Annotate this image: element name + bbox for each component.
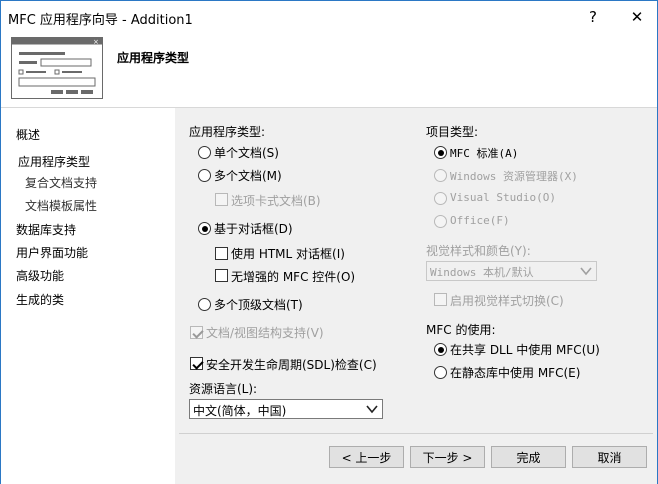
office-label: Office(F) xyxy=(450,214,510,227)
sidebar-item-overview[interactable]: 概述 xyxy=(16,126,40,143)
dialog-based-label[interactable]: 基于对话框(D) xyxy=(214,220,293,237)
sidebar-item-generated-classes[interactable]: 生成的类 xyxy=(16,291,64,308)
doc-view-label: 文档/视图结构支持(V) xyxy=(206,326,324,340)
sidebar-item-compound-doc[interactable]: 复合文档支持 xyxy=(25,174,97,191)
chevron-down-icon xyxy=(366,405,378,414)
help-button[interactable]: ? xyxy=(573,1,613,33)
wizard-header: × 应用程序类型 xyxy=(1,34,657,108)
static-lib-label[interactable]: 在静态库中使用 MFC(E) xyxy=(450,364,580,381)
tabbed-docs-label: 选项卡式文档(B) xyxy=(231,194,321,208)
html-dialog-checkbox[interactable] xyxy=(215,247,228,260)
app-type-heading: 应用程序类型: xyxy=(189,125,266,139)
title-bar: MFC 应用程序向导 - Addition1 ? ✕ xyxy=(1,1,657,34)
sdl-checkbox[interactable] xyxy=(190,357,203,370)
office-radio[interactable] xyxy=(434,215,447,228)
visual-style-select[interactable]: Windows 本机/默认 xyxy=(426,261,597,281)
static-lib-radio[interactable] xyxy=(434,366,447,379)
html-dialog-label[interactable]: 使用 HTML 对话框(I) xyxy=(231,245,345,262)
multi-doc-label[interactable]: 多个文档(M) xyxy=(214,167,282,184)
resource-lang-select[interactable]: 中文(简体，中国) xyxy=(189,399,383,419)
resource-lang-value: 中文(简体，中国) xyxy=(193,404,287,418)
project-type-heading: 项目类型: xyxy=(426,125,479,139)
button-separator xyxy=(179,433,653,434)
multi-toplevel-label[interactable]: 多个顶级文档(T) xyxy=(214,296,303,313)
mfc-use-heading: MFC 的使用: xyxy=(426,323,496,337)
sidebar-item-advanced[interactable]: 高级功能 xyxy=(16,267,64,284)
cancel-button[interactable]: 取消 xyxy=(572,446,647,468)
finish-button[interactable]: 完成 xyxy=(491,446,566,468)
svg-text:×: × xyxy=(93,38,99,46)
shared-dll-radio[interactable] xyxy=(434,343,447,356)
visual-studio-label: Visual Studio(O) xyxy=(450,191,556,204)
resource-lang-label: 资源语言(L): xyxy=(189,382,258,396)
single-doc-label[interactable]: 单个文档(S) xyxy=(214,144,279,161)
window-title: MFC 应用程序向导 - Addition1 xyxy=(8,13,193,28)
style-switch-checkbox[interactable] xyxy=(434,293,447,306)
prev-button[interactable]: < 上一步 xyxy=(329,446,404,468)
win-explorer-radio[interactable] xyxy=(434,169,447,182)
no-enhanced-mfc-label[interactable]: 无增强的 MFC 控件(O) xyxy=(231,268,355,285)
sidebar-item-ui-features[interactable]: 用户界面功能 xyxy=(16,244,88,261)
visual-studio-radio[interactable] xyxy=(434,192,447,205)
tabbed-docs-checkbox[interactable] xyxy=(215,193,228,206)
sidebar-item-app-type[interactable]: 应用程序类型 xyxy=(18,153,90,170)
visual-style-label: 视觉样式和颜色(Y): xyxy=(426,244,531,258)
style-switch-label: 启用视觉样式切换(C) xyxy=(450,294,564,308)
mfc-standard-label[interactable]: MFC 标准(A) xyxy=(450,145,518,161)
dialog-based-radio[interactable] xyxy=(198,222,211,235)
next-button[interactable]: 下一步 > xyxy=(410,446,485,468)
shared-dll-label[interactable]: 在共享 DLL 中使用 MFC(U) xyxy=(450,341,600,358)
win-explorer-label: Windows 资源管理器(X) xyxy=(450,170,578,183)
sidebar-item-doc-template[interactable]: 文档模板属性 xyxy=(25,197,97,214)
no-enhanced-mfc-checkbox[interactable] xyxy=(215,269,228,282)
mfc-standard-radio[interactable] xyxy=(434,146,447,159)
sdl-label[interactable]: 安全开发生命周期(SDL)检查(C) xyxy=(206,356,377,373)
chevron-down-icon xyxy=(580,267,592,276)
sidebar-item-database[interactable]: 数据库支持 xyxy=(16,221,76,238)
dialog-window-icon: × xyxy=(11,37,103,99)
doc-view-checkbox[interactable] xyxy=(190,326,203,339)
sidebar-nav: 概述 应用程序类型 复合文档支持 文档模板属性 数据库支持 用户界面功能 高级功… xyxy=(1,108,175,484)
visual-style-value: Windows 本机/默认 xyxy=(430,266,534,279)
multi-toplevel-radio[interactable] xyxy=(198,298,211,311)
page-title: 应用程序类型 xyxy=(117,51,190,65)
multi-doc-radio[interactable] xyxy=(198,169,211,182)
close-button[interactable]: ✕ xyxy=(617,1,657,33)
single-doc-radio[interactable] xyxy=(198,146,211,159)
wizard-window: MFC 应用程序向导 - Addition1 ? ✕ × 应用程序类型 概述 应… xyxy=(0,0,658,484)
